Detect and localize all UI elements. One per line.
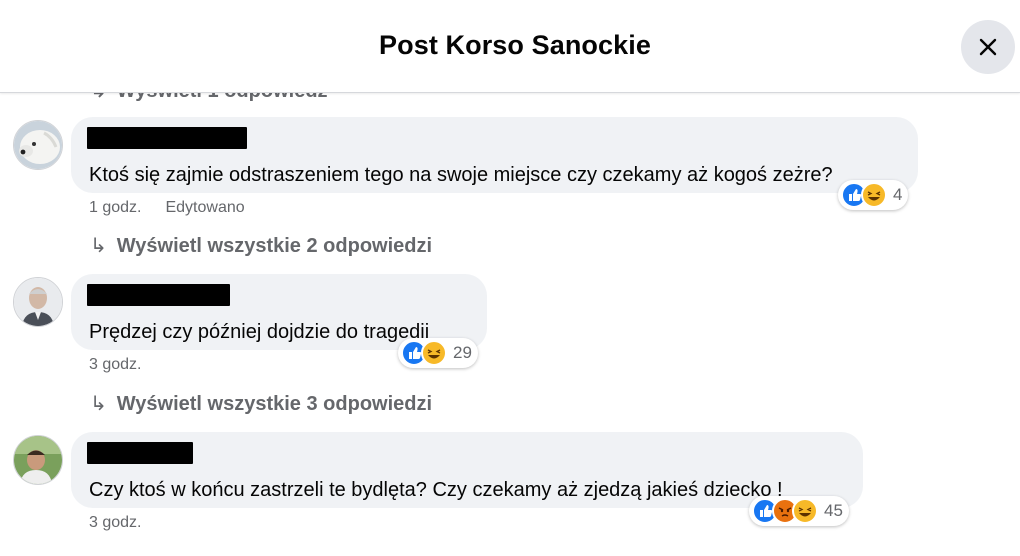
dialog-title: Post Korso Sanockie xyxy=(379,30,651,60)
reactions-summary[interactable]: 45 xyxy=(749,496,849,526)
comment-meta: 3 godz. xyxy=(89,514,141,532)
comment-time[interactable]: 3 godz. xyxy=(89,356,141,373)
comment-meta: 1 godz. Edytowano xyxy=(89,199,245,217)
reaction-count: 4 xyxy=(893,185,903,204)
author-name-redacted[interactable] xyxy=(87,284,230,306)
avatar[interactable] xyxy=(13,435,63,485)
comment-time[interactable]: 1 godz. xyxy=(89,199,141,216)
reply-arrow-icon: ↳ xyxy=(90,235,107,257)
comment-meta: 3 godz. xyxy=(89,356,141,374)
avatar[interactable] xyxy=(13,120,63,170)
edited-label: Edytowano xyxy=(165,199,245,216)
reaction-count: 45 xyxy=(824,501,843,520)
comment-text: Czy ktoś w końcu zastrzeli te bydlęta? C… xyxy=(89,479,783,501)
close-icon xyxy=(979,38,997,56)
reactions-summary[interactable]: 4 xyxy=(838,180,909,210)
view-replies-label: Wyświetl wszystkie 2 odpowiedzi xyxy=(116,235,433,257)
haha-icon xyxy=(861,182,887,208)
comment-bubble: Ktoś się zajmie odstraszeniem tego na sw… xyxy=(71,117,918,193)
view-replies-link[interactable]: ↳ Wyświetl wszystkie 2 odpowiedzi xyxy=(90,233,432,258)
haha-icon xyxy=(421,340,447,366)
author-name-redacted[interactable] xyxy=(87,442,193,464)
avatar[interactable] xyxy=(13,277,63,327)
haha-icon xyxy=(792,498,818,524)
dialog-header: Post Korso Sanockie xyxy=(0,0,1020,93)
comment-text: Ktoś się zajmie odstraszeniem tego na sw… xyxy=(89,164,833,186)
author-name-redacted[interactable] xyxy=(87,127,247,149)
view-replies-label: Wyświetl wszystkie 3 odpowiedzi xyxy=(116,393,433,415)
reaction-count: 29 xyxy=(453,343,472,362)
avatar-man-image xyxy=(14,278,62,326)
avatar-dog-image xyxy=(14,121,62,169)
comment-bubble: Czy ktoś w końcu zastrzeli te bydlęta? C… xyxy=(71,432,863,508)
close-button[interactable] xyxy=(961,20,1015,74)
comment-time[interactable]: 3 godz. xyxy=(89,514,141,531)
reactions-summary[interactable]: 29 xyxy=(398,338,478,368)
view-replies-link[interactable]: ↳ Wyświetl wszystkie 3 odpowiedzi xyxy=(90,391,432,416)
reply-arrow-icon: ↳ xyxy=(90,393,107,415)
avatar-man-outdoor-image xyxy=(14,436,62,484)
